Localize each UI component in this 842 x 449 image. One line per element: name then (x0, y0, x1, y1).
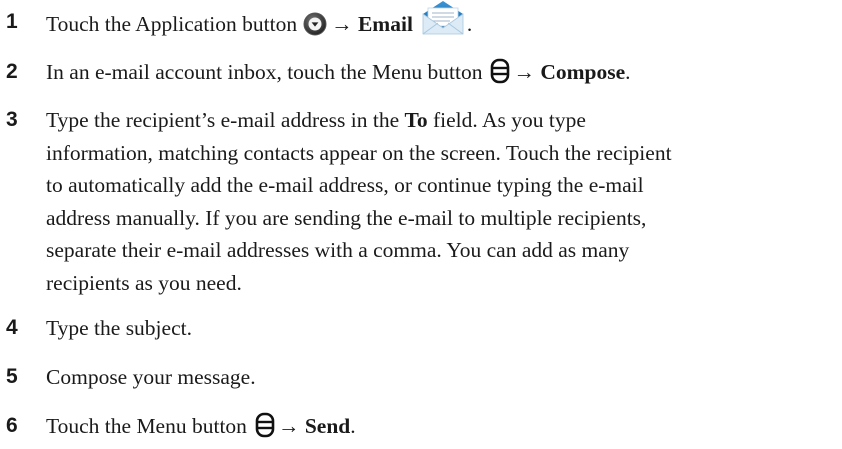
email-app-icon (419, 0, 467, 38)
step-text-after: . (466, 11, 473, 36)
step-text-line: Compose your message. (46, 365, 256, 389)
step-number: 2 (6, 60, 18, 83)
step-text-line: Type the recipient’s e-mail address in t… (46, 104, 836, 137)
step-text: Compose your message. (46, 361, 836, 394)
step-text-before: In an e-mail account inbox, touch the Me… (46, 60, 483, 84)
arrow-symbol: → (331, 11, 353, 36)
step-text-line: recipients as you need. (46, 270, 242, 295)
step-action-label: Email (357, 11, 413, 36)
step-text-after: . (350, 414, 356, 438)
step-text: Touch the Menu button → Send. (46, 410, 836, 443)
step-number: 1 (6, 10, 18, 33)
step-number: 4 (6, 316, 18, 339)
step-action-label: Compose (540, 60, 626, 84)
arrow-symbol: → (277, 414, 300, 438)
step-text: Type the recipient’s e-mail address in t… (46, 104, 836, 299)
field-name-label: To (404, 108, 428, 132)
step-number: 3 (6, 108, 18, 131)
step-number: 6 (6, 414, 18, 437)
step-text-line: Type the subject. (46, 316, 192, 340)
menu-button-icon (490, 58, 510, 84)
step-text-line: address manually. If you are sending the… (46, 205, 647, 230)
step-text: Touch the Application button → Email. (46, 1, 836, 46)
text-fragment: field. As you type (427, 108, 586, 132)
step-text: In an e-mail account inbox, touch the Me… (46, 56, 836, 89)
step-text-line: information, matching contacts appear on… (46, 140, 672, 165)
step-text: Type the subject. (46, 312, 836, 345)
step-action-label: Send (304, 414, 351, 438)
step-text-line: to automatically add the e-mail address,… (46, 173, 644, 197)
step-text-before: Touch the Menu button (46, 414, 247, 438)
step-text-line: separate their e-mail addresses with a c… (46, 238, 630, 262)
step-text-after: . (625, 60, 631, 84)
menu-button-icon (255, 412, 275, 438)
text-fragment: Type the recipient’s e-mail address in t… (46, 108, 405, 132)
step-text-before: Touch the Application button (46, 11, 298, 36)
step-number: 5 (6, 365, 18, 388)
application-button-icon (303, 12, 327, 36)
arrow-symbol: → (513, 60, 535, 84)
